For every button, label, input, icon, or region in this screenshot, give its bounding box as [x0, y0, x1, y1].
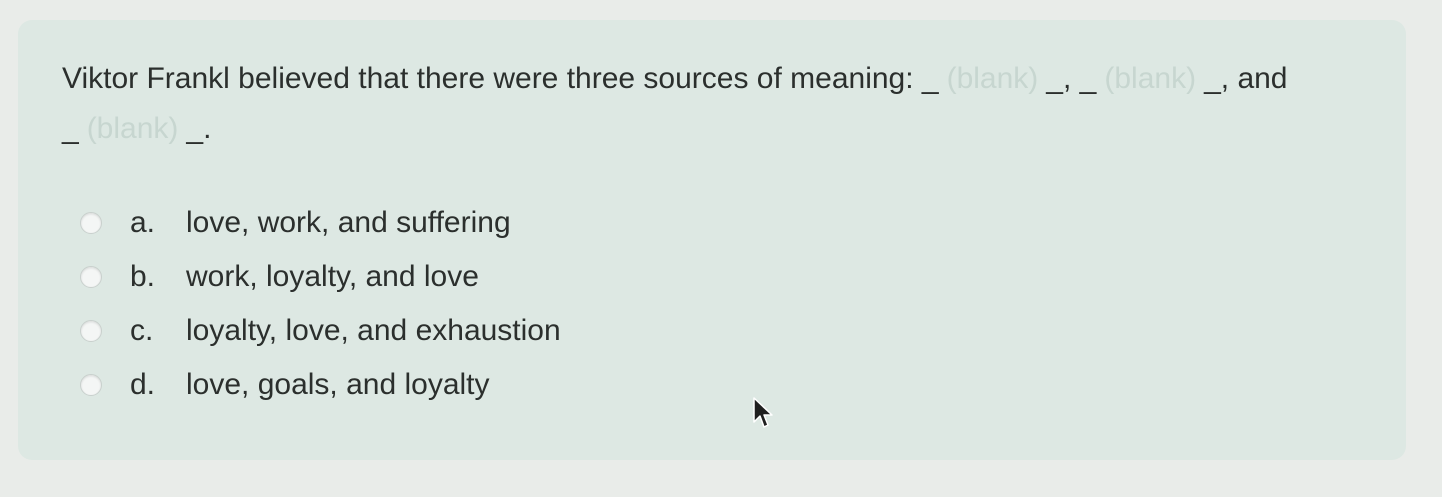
radio-option-d[interactable]: [80, 374, 102, 396]
end-marker: _.: [186, 112, 212, 145]
option-d[interactable]: d. love, goals, and loyalty: [80, 358, 561, 412]
option-c[interactable]: c. loyalty, love, and exhaustion: [80, 304, 561, 358]
question-prompt: Viktor Frankl believed that there were t…: [62, 62, 914, 95]
mouse-pointer-icon: [753, 397, 773, 428]
option-a[interactable]: a. love, work, and suffering: [80, 196, 561, 250]
option-d-letter: d.: [130, 368, 156, 401]
option-c-label: loyalty, love, and exhaustion: [186, 314, 561, 347]
blank-2[interactable]: (blank): [1104, 62, 1196, 95]
separator-1: _,: [1046, 62, 1072, 95]
option-a-label: love, work, and suffering: [186, 206, 511, 239]
separator-2: _,: [1204, 62, 1230, 95]
question-card: Viktor Frankl believed that there were t…: [18, 20, 1406, 460]
blank-marker-3: _: [62, 112, 79, 145]
option-b-label: work, loyalty, and love: [186, 260, 479, 293]
question-text: Viktor Frankl believed that there were t…: [62, 54, 1362, 154]
option-a-letter: a.: [130, 206, 156, 239]
blank-3[interactable]: (blank): [87, 112, 179, 145]
radio-option-c[interactable]: [80, 320, 102, 342]
option-d-label: love, goals, and loyalty: [186, 368, 490, 401]
answer-options: a. love, work, and suffering b. work, lo…: [80, 196, 561, 412]
radio-option-a[interactable]: [80, 212, 102, 234]
blank-marker-1: _: [921, 62, 939, 95]
option-c-letter: c.: [130, 314, 154, 347]
radio-option-b[interactable]: [80, 266, 102, 288]
blank-1[interactable]: (blank): [947, 62, 1039, 95]
blank-marker-2: _: [1079, 62, 1097, 95]
option-b[interactable]: b. work, loyalty, and love: [80, 250, 561, 304]
and-word: and: [1237, 62, 1288, 95]
option-b-letter: b.: [130, 260, 156, 293]
